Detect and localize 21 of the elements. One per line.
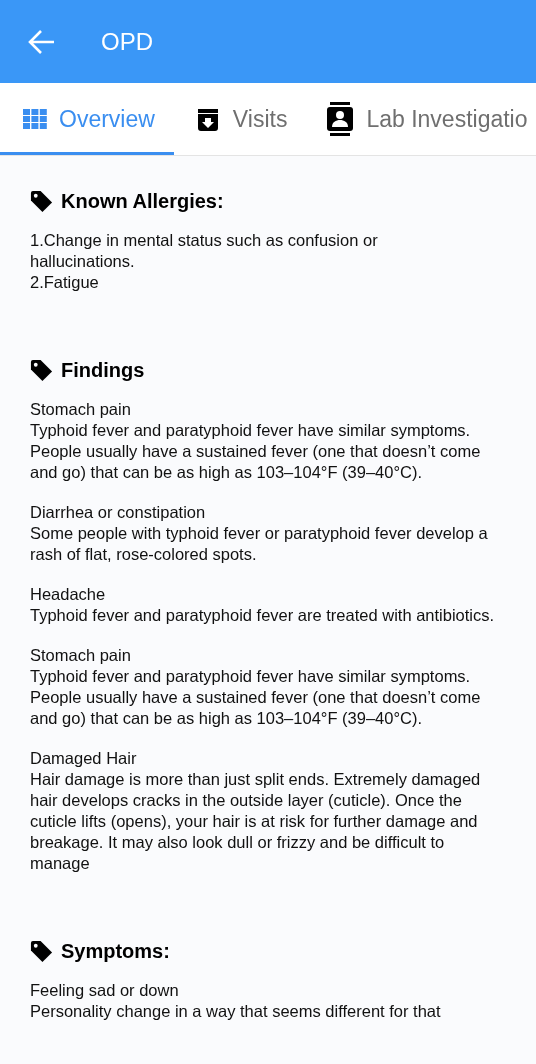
screen-title: OPD: [101, 26, 153, 57]
section-heading: Known Allergies:: [61, 189, 224, 214]
entry-text: Typhoid fever and paratyphoid fever have similar symptoms. People usually have a sustained fever (one that doesn’t come and go) that can be as high as 103–104°F (39–40°C).: [30, 420, 482, 483]
section-heading: Findings: [61, 358, 145, 383]
entry-title: Headache: [30, 584, 107, 605]
entry-title: Stomach pain: [30, 399, 132, 420]
entry-text: Some people with typhoid fever or paratyphoid fever develop a rash of flat, rose-colored spots.: [30, 523, 489, 565]
tab[interactable]: Visits: [173, 83, 306, 155]
entry-title: Stomach pain: [30, 645, 132, 666]
allergy-item: 1.Change in mental status such as confusion or hallucinations.: [30, 230, 379, 272]
entry-text: Personality change in a way that seems different for that: [30, 1001, 442, 1022]
entry-title: Diarrhea or constipation: [30, 502, 207, 523]
tab[interactable]: Overview: [0, 83, 174, 155]
entry-text: Typhoid fever and paratyphoid fever are treated with antibiotics.: [30, 605, 496, 626]
entry-title: Damaged Hair: [30, 748, 138, 769]
entry-text: Hair damage is more than just split ends. Extremely damaged hair develops cracks in the outside layer (cuticle). Once the cuticle lifts (opens), your hair is at risk for further damage and breakage. It may also look dull or frizzy and be difficult to manage: [30, 769, 482, 874]
tab[interactable]: Lab Investigatio: [305, 83, 536, 155]
section-heading: Symptoms:: [61, 939, 170, 964]
allergy-item: 2.Fatigue: [30, 272, 100, 293]
entry-title: Feeling sad or down: [30, 980, 180, 1001]
entry-text: Typhoid fever and paratyphoid fever have similar symptoms. People usually have a sustained fever (one that doesn’t come and go) that can be as high as 103–104°F (39–40°C).: [30, 666, 482, 729]
